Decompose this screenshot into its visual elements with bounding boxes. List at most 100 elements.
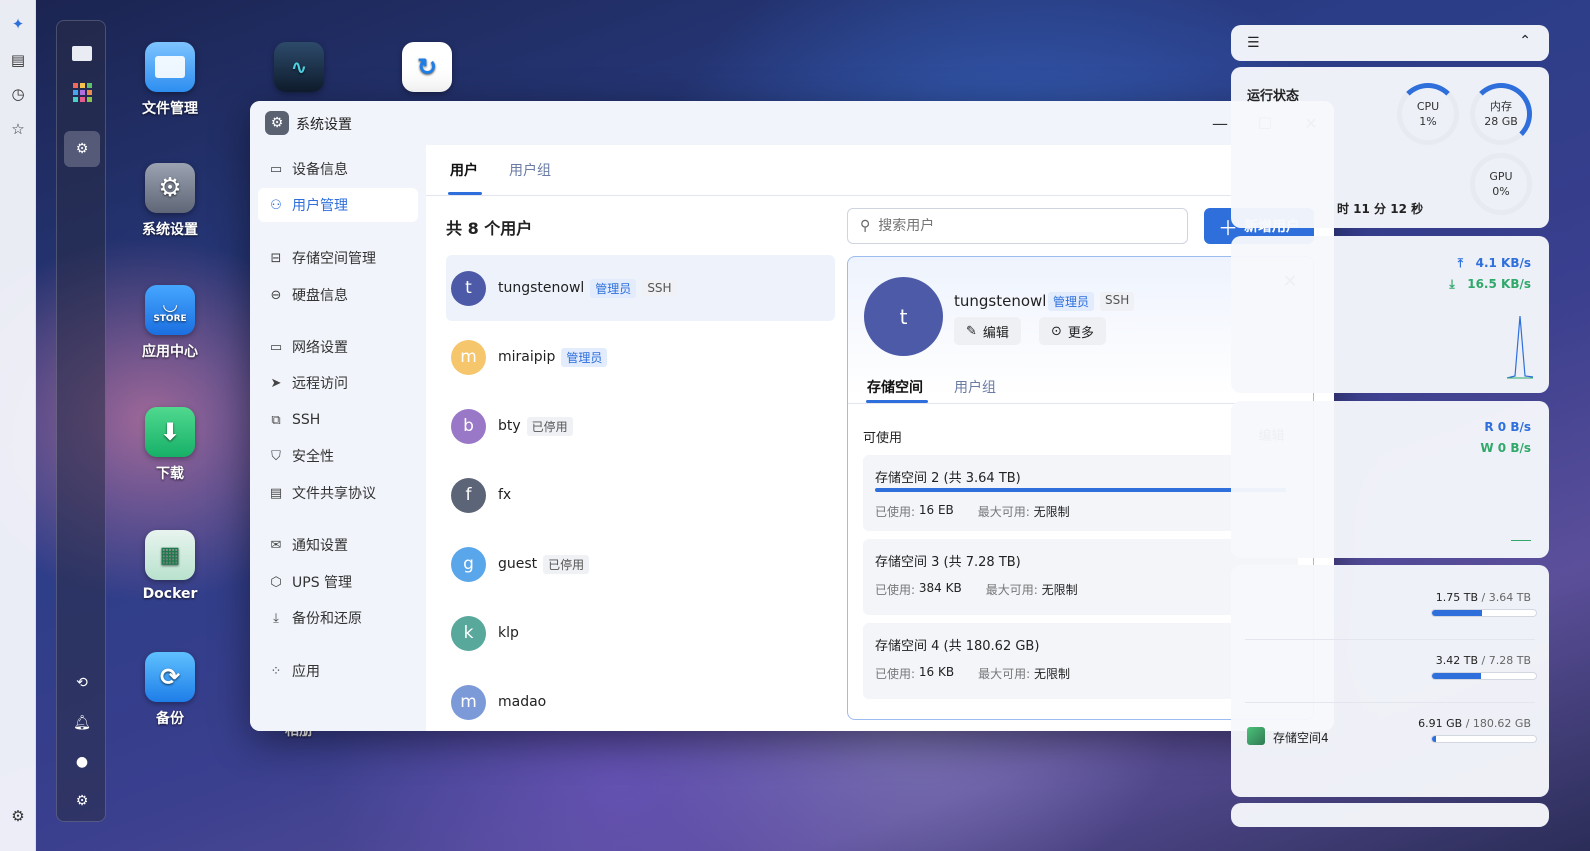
sidebar-item-ssh[interactable]: ⧉ SSH bbox=[258, 403, 418, 437]
volume-cube-icon bbox=[1247, 727, 1265, 745]
pencil-icon: ✎ bbox=[966, 323, 977, 339]
desktop-app-store[interactable]: ◡ STORE 应用中心 bbox=[120, 285, 220, 361]
sidebar-item-notifications[interactable]: ✉ 通知设置 bbox=[258, 528, 418, 562]
disk-write: W 0 B/s bbox=[1480, 441, 1531, 455]
sidebar-item-backup-restore[interactable]: ⤓ 备份和还原 bbox=[258, 601, 418, 635]
send-icon: ➤ bbox=[270, 375, 282, 391]
backup-sync-icon: ⟳ bbox=[145, 652, 195, 702]
sidebar-item-apps[interactable]: ⁘ 应用 bbox=[258, 654, 418, 688]
used-value: 384 KB bbox=[918, 581, 962, 595]
status-title: 运行状态 bbox=[1247, 89, 1300, 104]
storage-usage-text: 3.42 TB / 7.28 TB bbox=[1435, 654, 1531, 667]
desktop-app-sync[interactable]: ↻ bbox=[377, 42, 477, 98]
avatar: f bbox=[451, 477, 486, 513]
sidebar-item-remote-access[interactable]: ➤ 远程访问 bbox=[258, 366, 418, 400]
sidebar-item-disk-info[interactable]: ⊖ 硬盘信息 bbox=[258, 278, 418, 312]
username: klp bbox=[498, 625, 519, 641]
detail-badges: 管理员 SSH bbox=[1048, 292, 1140, 311]
storage-icon[interactable]: ▤ bbox=[6, 48, 30, 72]
edit-user-button[interactable]: ✎ 编辑 bbox=[954, 317, 1021, 345]
tab-storage[interactable]: 存储空间 bbox=[867, 377, 923, 397]
admin-badge: 管理员 bbox=[1048, 292, 1095, 311]
storage-widget-row: 1.75 TB / 3.64 TB bbox=[1231, 583, 1549, 640]
sidebar-item-network[interactable]: ▭ 网络设置 bbox=[258, 330, 418, 364]
bell-icon[interactable]: 🔔︎ bbox=[68, 709, 96, 737]
user-row[interactable]: g guest 已停用 bbox=[446, 531, 835, 597]
desktop-app-file-manager[interactable]: 文件管理 bbox=[120, 42, 220, 118]
avatar: b bbox=[451, 408, 486, 444]
sidebar-item-security[interactable]: ⛉ 安全性 bbox=[258, 439, 418, 473]
user-icon[interactable]: ● bbox=[68, 748, 96, 776]
list-settings-icon[interactable]: ☰ bbox=[1247, 35, 1260, 51]
widget-toolbar: ☰ ⌃ bbox=[1231, 25, 1549, 61]
used-label: 已使用: bbox=[875, 505, 916, 519]
sidebar-item-storage[interactable]: ⊟ 存储空间管理 bbox=[258, 241, 418, 275]
sidebar-item-file-sharing[interactable]: ▤ 文件共享协议 bbox=[258, 476, 418, 510]
storage-usage-bar bbox=[1431, 672, 1537, 680]
gear-icon[interactable]: ⚙ bbox=[6, 804, 30, 828]
settings-icon[interactable]: ⚙ bbox=[68, 787, 96, 815]
user-row[interactable]: k klp bbox=[446, 600, 835, 666]
gpu-gauge: GPU 0% bbox=[1470, 153, 1532, 215]
username: guest bbox=[498, 556, 538, 572]
sync-icon[interactable]: ⟲ bbox=[68, 669, 96, 697]
gear-icon: ⚙ bbox=[145, 163, 195, 213]
tab-groups[interactable]: 用户组 bbox=[954, 377, 996, 397]
star-icon[interactable]: ☆ bbox=[6, 117, 30, 141]
clock-icon[interactable]: ◷ bbox=[6, 82, 30, 106]
tab-users[interactable]: 用户 bbox=[450, 160, 478, 180]
search-input[interactable] bbox=[878, 218, 1159, 234]
tab-user-groups[interactable]: 用户组 bbox=[509, 160, 551, 180]
app-launcher-icon[interactable] bbox=[68, 78, 96, 106]
user-row[interactable]: t tungstenowl 管理员 SSH bbox=[446, 255, 835, 321]
settings-app-icon[interactable]: ⚙ bbox=[64, 131, 100, 167]
admin-badge: 管理员 bbox=[561, 347, 608, 367]
desktop-icon[interactable] bbox=[68, 39, 96, 67]
ssh-badge: SSH bbox=[1100, 292, 1135, 311]
status-card: 运行状态 CPU 1% 内存 28 GB GPU 0% 时 11 分 12 秒 bbox=[1231, 67, 1549, 228]
user-row[interactable]: m miraipip 管理员 bbox=[446, 324, 835, 390]
backup-icon: ⤓ bbox=[273, 610, 279, 626]
avatar: k bbox=[451, 615, 486, 651]
disk-icon: ⊖ bbox=[270, 287, 282, 303]
sidebar-item-ups[interactable]: ⬡ UPS 管理 bbox=[258, 565, 418, 599]
activity-monitor-icon: ∿ bbox=[274, 42, 324, 92]
disk-read: R 0 B/s bbox=[1484, 420, 1531, 434]
user-count: 共 8 个用户 bbox=[446, 219, 533, 238]
volume-title: 存储空间 4 (共 180.62 GB) bbox=[875, 639, 1040, 654]
tab-active-indicator bbox=[448, 192, 482, 195]
window-titlebar[interactable]: ⚙ 系统设置 — ☐ ✕ bbox=[250, 101, 1334, 145]
avatar: g bbox=[451, 546, 486, 582]
detail-username: tungstenowl bbox=[954, 292, 1047, 310]
storage-usage-text: 6.91 GB / 180.62 GB bbox=[1418, 717, 1531, 730]
username: madao bbox=[498, 694, 547, 710]
collapse-icon[interactable]: ⌃ bbox=[1519, 33, 1531, 49]
left-taskbar: ✦ ▤ ◷ ☆ ⚙ bbox=[0, 0, 36, 851]
desktop-app-settings[interactable]: ⚙ 系统设置 bbox=[120, 163, 220, 239]
storage-icon: ⊟ bbox=[270, 250, 282, 266]
ups-icon: ⬡ bbox=[270, 574, 282, 590]
network-icon: ▭ bbox=[269, 339, 283, 355]
storage-widget-row: 存储空间4 6.91 GB / 180.62 GB bbox=[1231, 709, 1549, 759]
settings-sidebar: ▭ 设备信息 ⚇ 用户管理 ⊟ 存储空间管理 ⊖ 硬盘信息 ▭ 网络设置 ➤ 远程访问 ⧉ S… bbox=[250, 145, 426, 731]
desktop-app-docker[interactable]: ▦ Docker bbox=[120, 530, 220, 602]
user-row[interactable]: b bty 已停用 bbox=[446, 393, 835, 459]
available-label: 可使用 bbox=[863, 431, 903, 446]
desktop-app-backup[interactable]: ⟳ 备份 bbox=[120, 652, 220, 728]
search-box[interactable]: ⚲ bbox=[847, 208, 1188, 244]
sidebar-item-user-management[interactable]: ⚇ 用户管理 bbox=[258, 188, 418, 222]
desktop-app-download[interactable]: ⬇ 下载 bbox=[120, 407, 220, 483]
user-row[interactable]: f fx bbox=[446, 462, 835, 528]
sparkle-icon[interactable]: ✦ bbox=[6, 12, 30, 36]
tab-bar: 用户 用户组 bbox=[426, 145, 1334, 196]
sidebar-item-device-info[interactable]: ▭ 设备信息 bbox=[258, 152, 418, 186]
extra-card bbox=[1231, 803, 1549, 827]
used-value: 16 EB bbox=[918, 503, 954, 517]
used-label: 已使用: bbox=[875, 583, 916, 597]
disabled-badge: 已停用 bbox=[526, 416, 573, 436]
file-icon: ▤ bbox=[269, 485, 283, 501]
more-button[interactable]: ⊙ 更多 bbox=[1039, 317, 1106, 345]
user-row[interactable]: m madao bbox=[446, 669, 835, 731]
cpu-gauge: CPU 1% bbox=[1397, 83, 1459, 145]
desktop-app-monitor[interactable]: ∿ bbox=[249, 42, 349, 98]
